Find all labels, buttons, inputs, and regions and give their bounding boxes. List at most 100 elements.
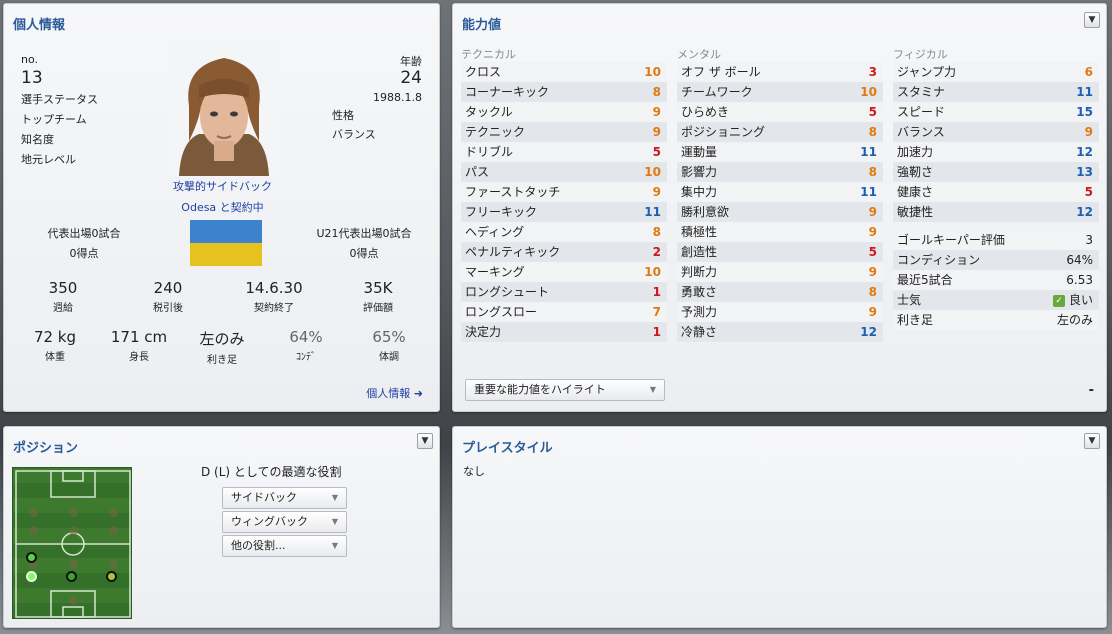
mental-attribute-row[interactable]: 冷静さ 12 <box>677 322 883 342</box>
physical-attribute-row[interactable]: 健康さ 5 <box>893 182 1099 202</box>
abilities-title: 能力値 <box>462 18 502 33</box>
technical-attribute-name: ヘディング <box>465 225 525 239</box>
technical-attribute-row[interactable]: 決定力 1 <box>461 322 667 342</box>
mental-attribute-name: 判断力 <box>681 265 718 279</box>
technical-attribute-row[interactable]: フリーキック 11 <box>461 202 667 222</box>
technical-attribute-name: ロングシュート <box>465 285 550 299</box>
u21-goals: 0得点 <box>349 247 379 260</box>
extra-attribute-name: コンディション <box>897 253 981 267</box>
mental-attribute-row[interactable]: 影響力 8 <box>677 162 883 182</box>
mental-attribute-row[interactable]: 創造性 5 <box>677 242 883 262</box>
technical-attribute-name: マーキング <box>465 265 525 279</box>
mental-attribute-row[interactable]: オフ ザ ボール 3 <box>677 62 883 82</box>
technical-attribute-name: ファーストタッチ <box>465 185 561 199</box>
position-marker-centre-back <box>66 571 77 582</box>
physical-attribute-value: 5 <box>1084 185 1093 199</box>
position-marker-faint <box>109 508 118 517</box>
personal-info-link[interactable]: 個人情報 ➜ <box>366 385 423 401</box>
technical-attribute-value: 10 <box>644 265 661 279</box>
physical-header: フィジカル <box>893 48 948 61</box>
playstyle-title: プレイスタイル <box>462 441 553 456</box>
mental-attribute-row[interactable]: 集中力 11 <box>677 182 883 202</box>
technical-attribute-row[interactable]: ロングスロー 7 <box>461 302 667 322</box>
position-menu-button[interactable]: ▼ <box>417 433 433 449</box>
mental-attribute-name: 集中力 <box>681 185 718 199</box>
abilities-menu-button[interactable]: ▼ <box>1084 12 1100 28</box>
extra-attribute-row[interactable]: ゴールキーパー評価 3 <box>893 230 1099 250</box>
condition-value: 64% <box>289 328 323 346</box>
role-select-other[interactable]: 他の役割... ▼ <box>222 535 347 557</box>
fitness-label: 体調 <box>379 352 399 363</box>
mental-attribute-value: 8 <box>868 285 877 299</box>
mental-attribute-row[interactable]: ポジショニング 8 <box>677 122 883 142</box>
minus-indicator: - <box>1088 383 1094 398</box>
mental-attribute-row[interactable]: チームワーク 10 <box>677 82 883 102</box>
mental-attribute-row[interactable]: 勝利意欲 9 <box>677 202 883 222</box>
technical-attribute-name: パス <box>465 165 490 179</box>
physical-attribute-row[interactable]: ジャンプ力 6 <box>893 62 1099 82</box>
technical-attribute-row[interactable]: ロングシュート 1 <box>461 282 667 302</box>
technical-attribute-row[interactable]: タックル 9 <box>461 102 667 122</box>
playstyle-menu-button[interactable]: ▼ <box>1084 433 1100 449</box>
role-select-fullback[interactable]: サイドバック ▼ <box>222 487 347 509</box>
mental-attribute-name: 冷静さ <box>681 325 718 339</box>
technical-attribute-name: 決定力 <box>465 325 502 339</box>
physical-attribute-row[interactable]: 加速力 12 <box>893 142 1099 162</box>
extra-attribute-row[interactable]: 利き足 左のみ <box>893 310 1099 330</box>
weight-stat: 72 kg 体重 <box>12 328 98 363</box>
technical-attribute-row[interactable]: ファーストタッチ 9 <box>461 182 667 202</box>
technical-attribute-row[interactable]: パス 10 <box>461 162 667 182</box>
physical-attribute-row[interactable]: 敏捷性 12 <box>893 202 1099 222</box>
highlight-select-label: 重要な能力値をハイライト <box>474 383 606 396</box>
highlight-select[interactable]: 重要な能力値をハイライト ▼ <box>465 379 665 401</box>
mental-attribute-row[interactable]: 予測力 9 <box>677 302 883 322</box>
extra-attribute-row[interactable]: コンディション 64% <box>893 250 1099 270</box>
technical-header: テクニカル <box>461 48 516 61</box>
position-marker-wingback-left <box>26 552 37 563</box>
technical-attribute-row[interactable]: クロス 10 <box>461 62 667 82</box>
technical-attribute-row[interactable]: コーナーキック 8 <box>461 82 667 102</box>
physical-attribute-row[interactable]: 強靭さ 13 <box>893 162 1099 182</box>
technical-attribute-row[interactable]: テクニック 9 <box>461 122 667 142</box>
fitness-value: 65% <box>372 328 406 346</box>
role-select-wingback[interactable]: ウィングバック ▼ <box>222 511 347 533</box>
technical-attribute-value: 7 <box>652 305 661 319</box>
physical-attribute-row[interactable]: バランス 9 <box>893 122 1099 142</box>
physical-attribute-value: 13 <box>1076 165 1093 179</box>
mental-attribute-name: ひらめき <box>681 105 730 119</box>
technical-attribute-row[interactable]: ペナルティキック 2 <box>461 242 667 262</box>
wage-label: 週給 <box>53 303 73 314</box>
mental-attribute-row[interactable]: 勇敢さ 8 <box>677 282 883 302</box>
extra-attribute-value: ✓ 良い <box>1052 290 1093 310</box>
physical-attribute-name: 敏捷性 <box>897 205 934 219</box>
age-value: 24 <box>400 68 422 88</box>
technical-attribute-row[interactable]: マーキング 10 <box>461 262 667 282</box>
position-marker-faint <box>29 526 38 535</box>
technical-attribute-row[interactable]: ドリブル 5 <box>461 142 667 162</box>
abilities-panel: 能力値 ▼ テクニカル クロス 10 コーナーキック 8 タックル 9 テクニック 9 ドリブル… <box>452 3 1107 412</box>
technical-attribute-value: 9 <box>652 185 661 199</box>
contract-text[interactable]: Odesa と契約中 <box>4 199 441 215</box>
personality-value: バランス <box>332 128 376 141</box>
technical-attribute-name: ドリブル <box>465 145 514 159</box>
wage-stat: 350 週給 <box>20 279 106 314</box>
mental-attribute-row[interactable]: 運動量 11 <box>677 142 883 162</box>
physical-attribute-name: バランス <box>897 125 945 139</box>
extra-attribute-row[interactable]: 最近5試合 6.53 <box>893 270 1099 290</box>
technical-attribute-row[interactable]: ヘディング 8 <box>461 222 667 242</box>
mental-attribute-name: 予測力 <box>681 305 718 319</box>
technical-attribute-value: 1 <box>652 285 661 299</box>
mental-attribute-row[interactable]: 判断力 9 <box>677 262 883 282</box>
extra-attribute-row[interactable]: 士気 ✓ 良い <box>893 290 1099 310</box>
mental-attribute-value: 8 <box>868 165 877 179</box>
value-stat: 35K 評価額 <box>335 279 421 314</box>
mental-attribute-name: 勝利意欲 <box>681 205 730 219</box>
mental-attribute-row[interactable]: ひらめき 5 <box>677 102 883 122</box>
mental-attribute-row[interactable]: 積極性 9 <box>677 222 883 242</box>
extra-attribute-value: 3 <box>1085 233 1093 247</box>
flag-stripe-bottom <box>190 243 262 266</box>
mental-attribute-name: 運動量 <box>681 145 718 159</box>
age-label: 年齢 <box>400 55 422 68</box>
physical-attribute-row[interactable]: スピード 15 <box>893 102 1099 122</box>
physical-attribute-row[interactable]: スタミナ 11 <box>893 82 1099 102</box>
